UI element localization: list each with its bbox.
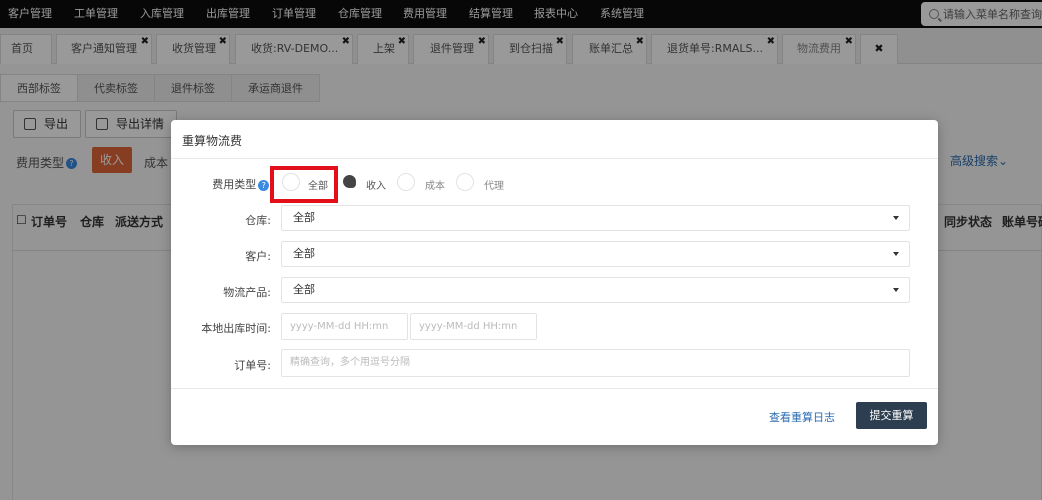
radio-income-label: 收入 <box>366 181 386 192</box>
help-icon: ? <box>258 179 270 191</box>
caret-down-icon <box>893 288 899 292</box>
order-no-input[interactable]: 精确查询，多个用逗号分隔 <box>281 349 910 377</box>
order-label: 订单号: <box>234 359 271 372</box>
product-value: 全部 <box>293 283 315 296</box>
radio-cost[interactable] <box>397 173 415 191</box>
warehouse-value: 全部 <box>293 211 315 224</box>
start-time-input[interactable]: yyyy-MM-dd HH:mn <box>281 313 408 340</box>
fee-type-label: 费用类型?: <box>212 178 273 191</box>
radio-agent-label: 代理 <box>484 181 504 192</box>
radio-income[interactable] <box>343 175 356 188</box>
order-no-placeholder: 精确查询，多个用逗号分隔 <box>290 357 410 368</box>
customer-select[interactable]: 全部 <box>281 241 910 267</box>
end-time-placeholder: yyyy-MM-dd HH:mn <box>419 321 518 332</box>
customer-label: 客户: <box>245 250 271 263</box>
end-time-input[interactable]: yyyy-MM-dd HH:mn <box>410 313 537 340</box>
submit-recalc-button[interactable]: 提交重算 <box>856 402 927 429</box>
fee-type-text: 费用类型 <box>212 178 257 191</box>
start-time-placeholder: yyyy-MM-dd HH:mn <box>290 321 389 332</box>
warehouse-select[interactable]: 全部 <box>281 205 910 231</box>
dialog-title: 重算物流费 <box>182 134 243 148</box>
time-label: 本地出库时间: <box>201 322 271 335</box>
product-label: 物流产品: <box>223 286 271 299</box>
highlight-box <box>270 166 338 203</box>
view-recalc-log-link[interactable]: 查看重算日志 <box>769 409 835 425</box>
caret-down-icon <box>893 252 899 256</box>
divider <box>171 158 938 159</box>
customer-value: 全部 <box>293 247 315 260</box>
warehouse-label: 仓库: <box>245 214 271 227</box>
caret-down-icon <box>893 216 899 220</box>
divider <box>171 388 938 389</box>
product-select[interactable]: 全部 <box>281 277 910 303</box>
radio-cost-label: 成本 <box>425 181 445 192</box>
radio-agent[interactable] <box>456 173 474 191</box>
